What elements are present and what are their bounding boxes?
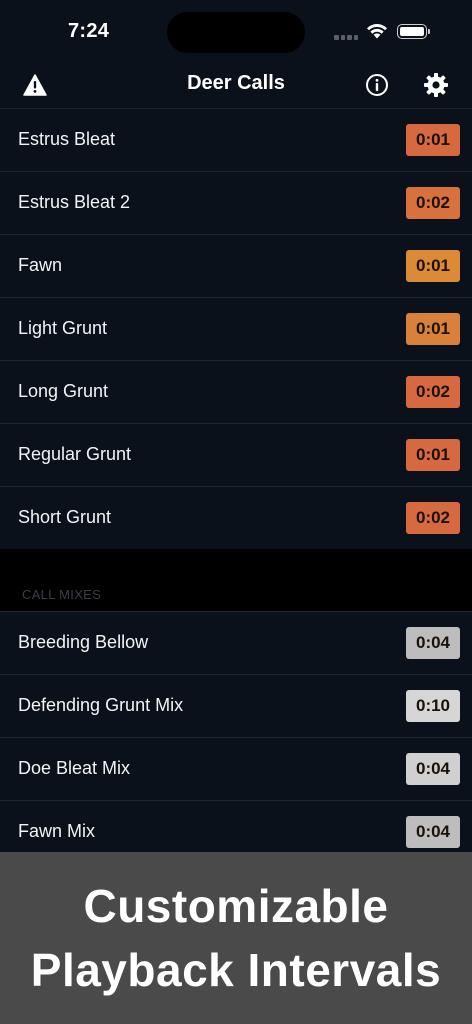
status-bar: 7:24 bbox=[0, 0, 472, 62]
duration-badge[interactable]: 0:04 bbox=[406, 627, 460, 659]
duration-badge[interactable]: 0:02 bbox=[406, 376, 460, 408]
list-item-label: Fawn bbox=[18, 255, 63, 275]
list-item-label: Doe Bleat Mix bbox=[18, 758, 131, 778]
list-item-label: Breeding Bellow bbox=[18, 632, 149, 652]
list-item-label: Estrus Bleat 2 bbox=[18, 192, 131, 212]
list-item[interactable]: Regular Grunt 0:01 bbox=[0, 424, 472, 487]
duration-badge[interactable]: 0:04 bbox=[406, 816, 460, 848]
settings-gear-icon[interactable] bbox=[421, 70, 451, 100]
list-item[interactable]: Estrus Bleat 2 0:02 bbox=[0, 172, 472, 235]
list-item[interactable]: Light Grunt 0:01 bbox=[0, 298, 472, 361]
list-item[interactable]: Estrus Bleat 0:01 bbox=[0, 109, 472, 172]
duration-badge[interactable]: 0:01 bbox=[406, 313, 460, 345]
navigation-bar: Deer Calls bbox=[0, 62, 472, 109]
dynamic-island bbox=[167, 12, 305, 53]
duration-badge[interactable]: 0:02 bbox=[406, 187, 460, 219]
section-header-call-mixes: CALL MIXES bbox=[22, 587, 102, 602]
list-item-label: Fawn Mix bbox=[18, 821, 96, 841]
wifi-icon bbox=[367, 23, 387, 39]
duration-badge[interactable]: 0:01 bbox=[406, 124, 460, 156]
list-item[interactable]: Short Grunt 0:02 bbox=[0, 487, 472, 549]
list-item[interactable]: Breeding Bellow 0:04 bbox=[0, 612, 472, 675]
list-item[interactable]: Doe Bleat Mix 0:04 bbox=[0, 738, 472, 801]
list-item-label: Defending Grunt Mix bbox=[18, 695, 184, 715]
list-item-label: Regular Grunt bbox=[18, 444, 132, 464]
info-icon[interactable] bbox=[362, 70, 392, 100]
battery-icon bbox=[397, 24, 427, 39]
list-item-label: Estrus Bleat bbox=[18, 129, 116, 149]
list-item[interactable]: Defending Grunt Mix 0:10 bbox=[0, 675, 472, 738]
status-time: 7:24 bbox=[68, 20, 110, 42]
list-item[interactable]: Fawn 0:01 bbox=[0, 235, 472, 298]
duration-badge[interactable]: 0:01 bbox=[406, 439, 460, 471]
list-item[interactable]: Long Grunt 0:02 bbox=[0, 361, 472, 424]
duration-badge[interactable]: 0:02 bbox=[406, 502, 460, 534]
duration-badge[interactable]: 0:10 bbox=[406, 690, 460, 722]
page-title: Deer Calls bbox=[187, 72, 285, 94]
list-item-label: Short Grunt bbox=[18, 507, 112, 527]
section-gap: CALL MIXES bbox=[0, 549, 472, 612]
calls-list: Estrus Bleat 0:01 Estrus Bleat 2 0:02 Fawn 0:… bbox=[0, 109, 472, 863]
duration-badge[interactable]: 0:04 bbox=[406, 753, 460, 785]
list-item-label: Long Grunt bbox=[18, 381, 109, 401]
battery-tip bbox=[428, 29, 430, 34]
cellular-signal-icon bbox=[334, 35, 358, 40]
list-item-label: Light Grunt bbox=[18, 318, 108, 338]
banner-line-1: Customizable bbox=[83, 880, 389, 932]
banner-line-2: Playback Intervals bbox=[30, 944, 442, 996]
duration-badge[interactable]: 0:01 bbox=[406, 250, 460, 282]
promo-banner: Customizable Playback Intervals bbox=[0, 852, 472, 1024]
